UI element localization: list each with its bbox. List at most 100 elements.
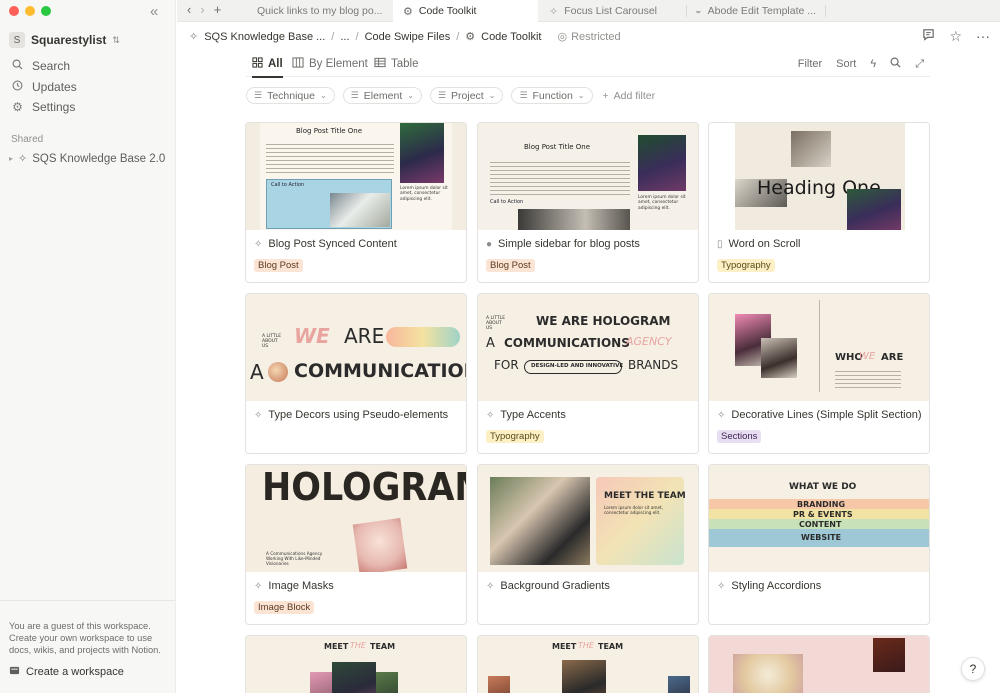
tab-quick-links[interactable]: Quick links to my blog po... bbox=[251, 0, 389, 22]
minimize-window-button[interactable] bbox=[25, 6, 35, 16]
cover-meet: MEET bbox=[552, 642, 577, 651]
card-title-text: Background Gradients bbox=[500, 580, 610, 592]
cover-portrait bbox=[376, 672, 398, 693]
sidebar-item-updates[interactable]: Updates bbox=[11, 77, 77, 98]
filter-chip-technique[interactable]: ☰ Technique ⌄ bbox=[246, 87, 335, 104]
view-toolbar: Filter Sort ϟ ⤢ bbox=[798, 57, 924, 71]
sort-button[interactable]: Sort bbox=[836, 58, 856, 70]
sidebar: « S Squarestylist ⇅ Search Updates ⚙ Set… bbox=[0, 0, 176, 693]
tab-focus-list-carousel[interactable]: ✧ Focus List Carousel bbox=[543, 0, 683, 22]
close-window-button[interactable] bbox=[9, 6, 19, 16]
sparkle-icon: ✧ bbox=[254, 238, 263, 250]
back-arrow-icon[interactable]: ‹ bbox=[187, 2, 191, 17]
accordion-label: PR & EVENTS bbox=[793, 510, 853, 519]
cover-portrait bbox=[310, 672, 332, 693]
page-icon: ▯ bbox=[717, 238, 723, 250]
workspace-switcher[interactable]: S Squarestylist ⇅ bbox=[9, 32, 120, 48]
filter-chip-element[interactable]: ☰ Element ⌄ bbox=[342, 87, 422, 104]
restricted-label: Restricted bbox=[571, 30, 621, 43]
cover-sub-text: A Communications Agency Working With Lik… bbox=[266, 551, 323, 566]
breadcrumb-parent[interactable]: Code Swipe Files bbox=[365, 31, 451, 43]
gallery-card[interactable]: A LITTLE ABOUT US WE ARE HOLOGRAM A COMM… bbox=[477, 293, 699, 454]
card-title: ✧ Type Decors using Pseudo-elements bbox=[254, 409, 448, 421]
gallery-card[interactable]: Heading One ▯ Word on Scroll Typography bbox=[708, 122, 930, 283]
create-workspace-button[interactable]: Create a workspace bbox=[9, 665, 124, 679]
cover-cookie-image bbox=[268, 362, 288, 382]
expand-icon[interactable]: ⤢ bbox=[915, 58, 924, 71]
cover-agency: AGENCY bbox=[626, 335, 672, 348]
cover-side-text: Lorem ipsum dolor sit amet, consectetur … bbox=[638, 195, 686, 211]
board-icon bbox=[292, 57, 304, 71]
add-filter-label: Add filter bbox=[613, 89, 656, 102]
filter-button[interactable]: Filter bbox=[798, 58, 822, 70]
gallery-card[interactable]: WHAT WE DO BRANDING PR & EVENTS CONTENT … bbox=[708, 464, 930, 625]
gallery-card[interactable]: Blog Post Title One Call to Action Lorem… bbox=[245, 122, 467, 283]
chevron-down-icon: ⌄ bbox=[577, 91, 585, 100]
gallery-card[interactable]: MEET THE TEAM bbox=[245, 635, 467, 693]
view-tab-all[interactable]: All bbox=[252, 57, 283, 78]
gallery-card[interactable]: A LITTLE ABOUT US WE ARE A COMMUNICATION… bbox=[245, 293, 467, 454]
add-filter-button[interactable]: + Add filter bbox=[603, 90, 656, 102]
cover-image bbox=[791, 131, 831, 167]
view-tab-table[interactable]: Table bbox=[374, 57, 419, 71]
view-label: Table bbox=[391, 58, 419, 70]
filter-chip-project[interactable]: ☰ Project ⌄ bbox=[429, 87, 504, 104]
cover-line1: WE ARE HOLOGRAM bbox=[536, 314, 671, 328]
lightning-icon[interactable]: ϟ bbox=[870, 58, 876, 70]
gallery-card[interactable]: WHO WE ARE ✧ Decorative Lines (Simple Sp… bbox=[708, 293, 930, 454]
sidebar-item-label: Search bbox=[32, 59, 71, 74]
star-icon[interactable]: ☆ bbox=[949, 28, 962, 45]
tab-label: Code Toolkit bbox=[418, 5, 477, 17]
cover-photo bbox=[490, 477, 590, 565]
gear-icon: ⚙ bbox=[465, 31, 476, 43]
gallery-card[interactable]: MEET THE TEAM bbox=[477, 635, 699, 693]
cover-we: WE bbox=[294, 324, 330, 348]
sidebar-nav: Search Updates ⚙ Settings bbox=[11, 56, 77, 118]
breadcrumb-current[interactable]: Code Toolkit bbox=[481, 31, 541, 43]
gallery-card[interactable] bbox=[708, 635, 930, 693]
cover-brands: BRANDS bbox=[628, 358, 679, 372]
sidebar-item-settings[interactable]: ⚙ Settings bbox=[11, 97, 77, 118]
restricted-badge[interactable]: ◎ Restricted bbox=[557, 30, 621, 44]
tab-label: Focus List Carousel bbox=[564, 5, 658, 17]
tab-abode-edit-template[interactable]: ◒ Abode Edit Template ... bbox=[689, 0, 824, 22]
more-icon[interactable]: ··· bbox=[976, 28, 990, 45]
create-workspace-label: Create a workspace bbox=[26, 666, 124, 678]
loading-icon: ◒ bbox=[695, 5, 702, 17]
cover-are: ARE bbox=[344, 324, 385, 348]
cover-portrait bbox=[488, 676, 510, 693]
cover-the: THE bbox=[578, 641, 594, 650]
sidebar-item-search[interactable]: Search bbox=[11, 56, 77, 77]
help-button[interactable]: ? bbox=[961, 657, 985, 681]
sparkle-icon: ✧ bbox=[18, 153, 28, 165]
chevron-updown-icon: ⇅ bbox=[112, 34, 120, 45]
cover-cta: Call to Action bbox=[271, 182, 305, 188]
card-title-text: Type Accents bbox=[500, 409, 566, 421]
cover-portrait bbox=[847, 189, 901, 230]
gallery-card[interactable]: MEET THE TEAM Lorem ipsum dolor sit amet… bbox=[477, 464, 699, 625]
chevron-right-icon[interactable]: ▸ bbox=[9, 154, 13, 163]
cover-pill-text: DESIGN-LED AND INNOVATIVE bbox=[531, 363, 624, 369]
search-icon[interactable] bbox=[890, 57, 901, 71]
filter-label: Technique bbox=[267, 89, 315, 102]
collapse-sidebar-icon[interactable]: « bbox=[150, 3, 158, 20]
breadcrumb-root[interactable]: SQS Knowledge Base ... bbox=[204, 31, 325, 43]
shared-item-label: SQS Knowledge Base 2.0 bbox=[32, 152, 166, 165]
cover-a: A bbox=[250, 360, 264, 384]
sidebar-item-sqs-knowledge-base[interactable]: ▸ ✧ SQS Knowledge Base 2.0 bbox=[9, 152, 166, 166]
comment-icon[interactable] bbox=[922, 28, 935, 45]
tab-code-toolkit[interactable]: ⚙ Code Toolkit bbox=[393, 0, 538, 22]
table-icon bbox=[374, 57, 386, 71]
gallery-card[interactable]: Blog Post Title One Call to Action Lorem… bbox=[477, 122, 699, 283]
gallery-card[interactable]: HOLOGRAM A Communications Agency Working… bbox=[245, 464, 467, 625]
view-tab-by-element[interactable]: By Element bbox=[292, 57, 368, 71]
card-tag: Blog Post bbox=[486, 259, 535, 272]
zoom-window-button[interactable] bbox=[41, 6, 51, 16]
filter-chip-function[interactable]: ☰ Function ⌄ bbox=[511, 87, 593, 104]
sparkle-icon: ✧ bbox=[254, 409, 263, 421]
cover-small-text: A LITTLE ABOUT US bbox=[262, 334, 282, 349]
sparkle-icon: ✧ bbox=[254, 580, 263, 592]
forward-arrow-icon[interactable]: › bbox=[200, 2, 204, 17]
breadcrumb-ellipsis[interactable]: ... bbox=[340, 31, 349, 43]
new-tab-icon[interactable]: + bbox=[214, 2, 222, 17]
